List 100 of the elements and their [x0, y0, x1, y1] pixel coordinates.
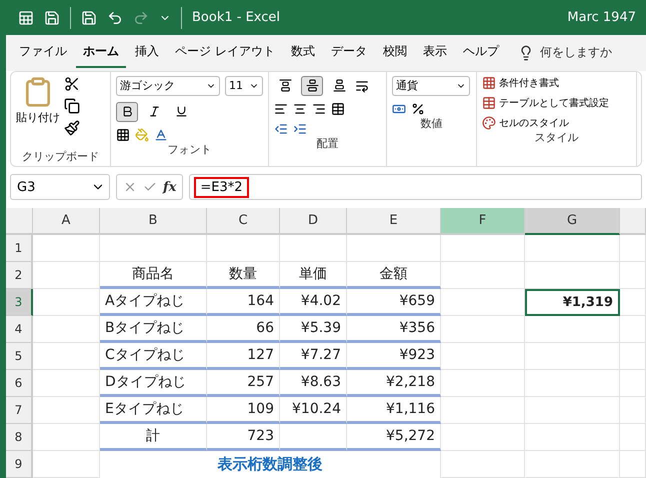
align-middle-button[interactable] [301, 76, 323, 96]
undo-icon[interactable] [107, 10, 123, 26]
style-button[interactable]: セルのスタイル [482, 116, 569, 130]
wrap-text-icon[interactable] [355, 78, 369, 93]
number-format-dropdown[interactable]: 通貨 [392, 76, 470, 96]
grid-cell [620, 396, 646, 424]
align-center-icon[interactable] [293, 102, 307, 116]
column-header[interactable]: F [441, 208, 525, 235]
menu-tab[interactable]: データ [324, 37, 374, 68]
menu-tab[interactable]: ファイル [12, 37, 74, 68]
table-cell: ¥356 [347, 316, 441, 343]
menu-tab[interactable]: 表示 [416, 37, 454, 68]
save-icon[interactable] [81, 10, 97, 26]
table-cell: ¥5.39 [280, 316, 347, 343]
table-cell: 数量 [207, 262, 280, 289]
table-cell: ¥8.63 [280, 370, 347, 397]
grid-cell [33, 234, 100, 262]
save-icon[interactable] [44, 10, 60, 26]
align-middle-icon [306, 79, 318, 92]
group-label: スタイル [534, 130, 580, 145]
bold-button[interactable] [116, 102, 138, 122]
style-button[interactable]: テーブルとして書式設定 [482, 96, 609, 110]
grid-cell [620, 234, 646, 262]
style-button[interactable]: 条件付き書式 [482, 76, 559, 90]
indent-decrease-icon[interactable] [274, 122, 288, 136]
grid-cell [620, 424, 646, 451]
insert-function-button[interactable]: fx [163, 180, 176, 195]
grid-cell [33, 424, 100, 451]
border-icon[interactable] [116, 128, 130, 142]
row-header[interactable]: 3 [6, 288, 33, 316]
align-top-icon [278, 79, 292, 92]
table-cell: ¥1,116 [347, 396, 441, 424]
row-header[interactable]: 9 [6, 450, 33, 478]
window-title: Book1 - Excel [192, 10, 282, 26]
search-field[interactable]: 何をしますか [518, 44, 612, 62]
table-cell: ¥923 [347, 342, 441, 370]
merge-icon[interactable] [331, 102, 345, 116]
table-cell: ¥659 [347, 288, 441, 316]
column-header[interactable]: D [280, 208, 347, 235]
row-header[interactable]: 2 [6, 262, 33, 289]
table-cell: 164 [207, 288, 280, 316]
table-cell: 723 [207, 424, 280, 451]
align-right-icon[interactable] [312, 102, 326, 116]
font-color-icon[interactable] [154, 128, 168, 142]
row-header[interactable]: 4 [6, 316, 33, 343]
table-style-icon [482, 96, 496, 110]
table-cell: Aタイプねじ [100, 288, 207, 316]
menu-tab[interactable]: 数式 [284, 37, 322, 68]
formula-field[interactable]: =E3*2 [189, 174, 642, 200]
table-cell: Eタイプねじ [100, 396, 207, 424]
font-size-dropdown[interactable]: 11 [225, 76, 263, 96]
column-header[interactable]: A [33, 208, 100, 235]
grid-cell [33, 396, 100, 424]
table-caption: 表示桁数調整後 [100, 450, 441, 478]
table-cell [280, 424, 347, 451]
menu-tab[interactable]: ページ レイアウト [168, 37, 282, 68]
column-header[interactable]: B [100, 208, 207, 235]
menu-tab[interactable]: 校閲 [376, 37, 414, 68]
group-label: 配置 [316, 136, 340, 151]
cut-icon[interactable] [64, 76, 80, 92]
row-header[interactable]: 8 [6, 424, 33, 451]
italic-icon [148, 105, 160, 118]
indent-increase-icon[interactable] [293, 122, 307, 136]
table-cell: ¥5,272 [347, 424, 441, 451]
copy-icon[interactable] [64, 98, 80, 114]
row-header[interactable]: 6 [6, 370, 33, 397]
grid-cell [33, 370, 100, 397]
table-cell: Cタイプねじ [100, 342, 207, 370]
font-name-dropdown[interactable]: 游ゴシック [116, 76, 220, 96]
cell-style-icon [482, 116, 496, 130]
grid-cell [33, 316, 100, 343]
app-icon[interactable] [18, 10, 34, 26]
percent-icon[interactable] [411, 102, 425, 116]
grid-cell [280, 234, 347, 262]
menu-tab[interactable]: ヘルプ [456, 37, 506, 68]
align-left-icon[interactable] [274, 102, 288, 116]
selected-cell[interactable]: ¥1,319 [525, 288, 620, 316]
user-name: Marc 1947 [567, 10, 636, 26]
column-header[interactable]: E [347, 208, 441, 235]
fill-color-icon[interactable] [135, 128, 149, 142]
align-bottom-icon [332, 79, 346, 92]
conditional-style-icon [482, 76, 496, 90]
table-cell: Dタイプねじ [100, 370, 207, 397]
menu-tab[interactable]: 挿入 [128, 37, 166, 68]
grid-cell [33, 450, 100, 478]
row-header[interactable]: 1 [6, 234, 33, 262]
table-cell: 単価 [280, 262, 347, 289]
table-cell: 計 [100, 424, 207, 451]
menu-tab[interactable]: ホーム [76, 37, 126, 68]
grid-cell [620, 288, 646, 316]
row-header[interactable]: 7 [6, 396, 33, 424]
grid-cell [33, 262, 100, 289]
paste-button[interactable]: 貼り付け [16, 76, 60, 149]
grid-cell [33, 288, 100, 316]
column-header[interactable]: C [207, 208, 280, 235]
row-header[interactable]: 5 [6, 342, 33, 370]
table-cell: 257 [207, 370, 280, 397]
name-box[interactable]: G3 [10, 174, 110, 200]
column-header[interactable]: G [525, 208, 620, 235]
format-painter-icon[interactable] [64, 120, 80, 136]
